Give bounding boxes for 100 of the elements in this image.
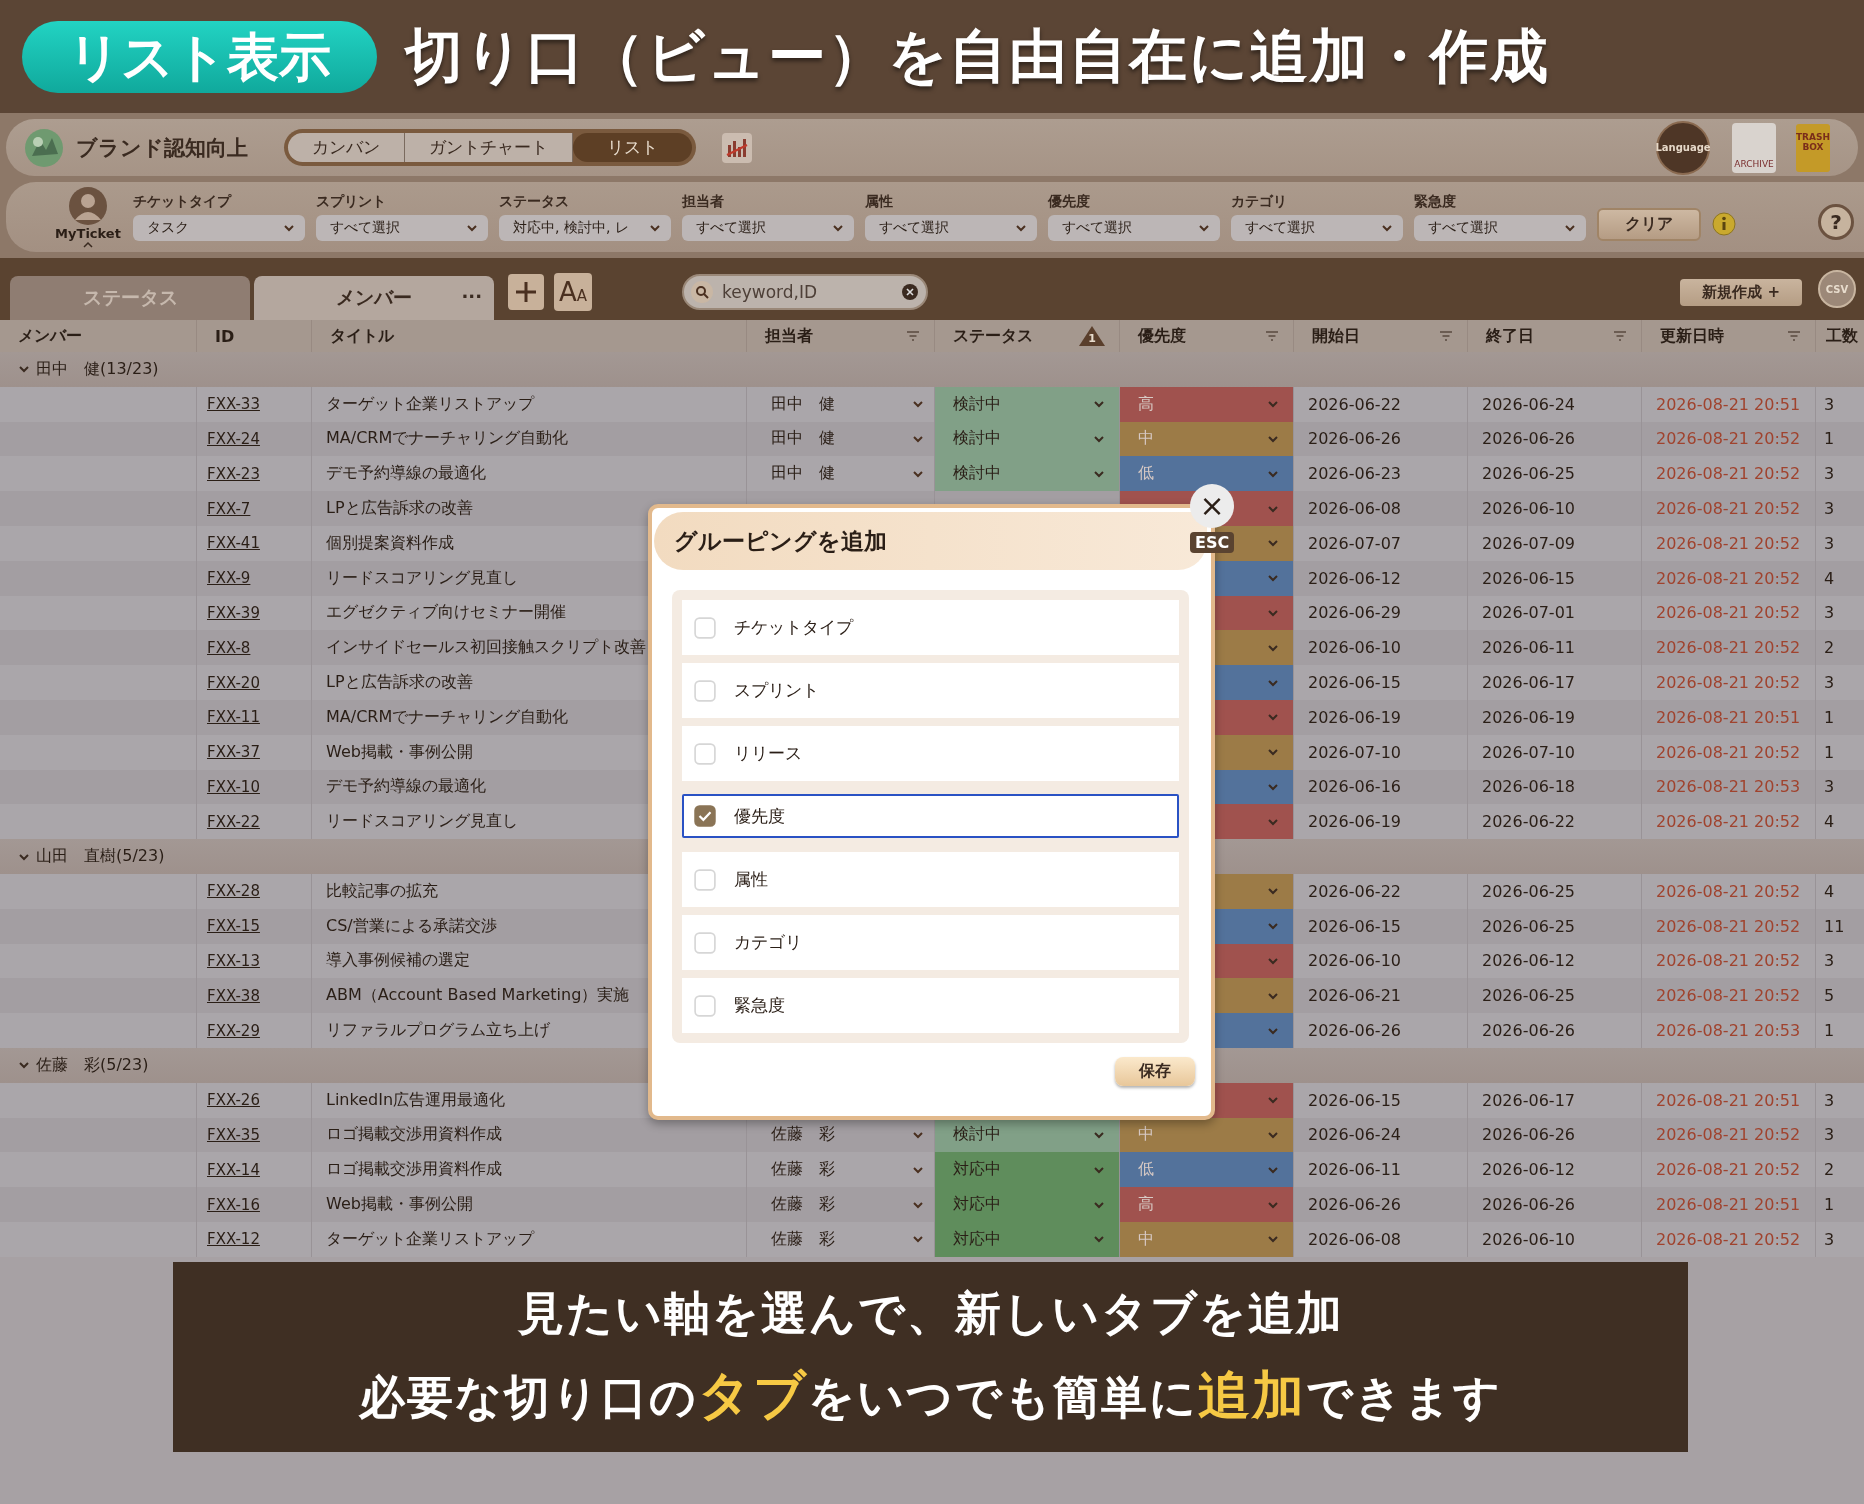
priority-dropdown[interactable]: 高 bbox=[1120, 386, 1293, 422]
updated-cell: 2026-08-21 20:52 bbox=[1642, 560, 1816, 596]
assignee-dropdown[interactable]: 佐藤 彩 bbox=[761, 1221, 924, 1257]
language-icon[interactable]: Language bbox=[1656, 120, 1710, 175]
grouping-option[interactable]: 緊急度 bbox=[682, 978, 1179, 1033]
caret-icon bbox=[1267, 887, 1279, 896]
clear-button[interactable]: クリア bbox=[1597, 207, 1701, 241]
ticket-id-link[interactable]: FXX-28 bbox=[207, 882, 260, 901]
chart-icon[interactable] bbox=[722, 132, 752, 163]
filter-icon[interactable] bbox=[906, 331, 920, 341]
ticket-id-link[interactable]: FXX-13 bbox=[207, 951, 260, 970]
group-toggle[interactable]: 田中 健(13/23) bbox=[0, 352, 197, 387]
effort-cell-text: 4 bbox=[1823, 880, 1836, 903]
assignee-dropdown[interactable]: 田中 健 bbox=[761, 456, 924, 492]
ticket-id-link[interactable]: FXX-39 bbox=[207, 603, 260, 622]
grouping-option[interactable]: チケットタイプ bbox=[682, 600, 1179, 655]
filter-icon[interactable] bbox=[1439, 331, 1453, 341]
add-tab-button[interactable] bbox=[508, 274, 544, 310]
ticket-id-link[interactable]: FXX-11 bbox=[207, 708, 260, 727]
ticket-id-link[interactable]: FXX-10 bbox=[207, 777, 260, 796]
avatar-icon[interactable] bbox=[68, 185, 108, 226]
ticket-id-link[interactable]: FXX-26 bbox=[207, 1091, 260, 1110]
ticket-id-link[interactable]: FXX-12 bbox=[207, 1230, 260, 1249]
group-toggle[interactable]: 山田 直樹(5/23) bbox=[0, 839, 197, 874]
date-cell: 2026-06-22 bbox=[1294, 873, 1468, 909]
save-button[interactable]: 保存 bbox=[1115, 1057, 1195, 1086]
effort-cell-text: 3 bbox=[1823, 498, 1836, 521]
search-icon bbox=[690, 280, 714, 304]
effort-cell-text: 3 bbox=[1823, 672, 1836, 695]
priority-dropdown[interactable]: 高 bbox=[1120, 1187, 1293, 1222]
caret-icon bbox=[1093, 1130, 1105, 1139]
status-dropdown[interactable]: 検討中 bbox=[935, 421, 1119, 457]
status-dropdown[interactable]: 検討中 bbox=[935, 386, 1119, 422]
grouping-option[interactable]: 優先度 bbox=[682, 794, 1179, 838]
ticket-id-link[interactable]: FXX-20 bbox=[207, 673, 260, 692]
status-dropdown[interactable]: 検討中 bbox=[935, 456, 1119, 492]
trash-icon[interactable]: TRASH BOX bbox=[1796, 123, 1830, 172]
filter-select[interactable]: すべて選択 bbox=[682, 215, 854, 241]
date-cell: 2026-06-25 bbox=[1468, 908, 1642, 944]
ticket-id-link[interactable]: FXX-35 bbox=[207, 1125, 260, 1144]
filter-icon[interactable] bbox=[1613, 331, 1627, 341]
collapse-icon[interactable] bbox=[82, 240, 94, 249]
help-button[interactable]: ? bbox=[1818, 204, 1854, 240]
ticket-id-link[interactable]: FXX-15 bbox=[207, 917, 260, 936]
ticket-id-link[interactable]: FXX-23 bbox=[207, 464, 260, 483]
ticket-id-link[interactable]: FXX-22 bbox=[207, 812, 260, 831]
ticket-id-link[interactable]: FXX-14 bbox=[207, 1160, 260, 1179]
assignee-dropdown[interactable]: 佐藤 彩 bbox=[761, 1152, 924, 1188]
info-icon[interactable] bbox=[1712, 212, 1736, 236]
ticket-id-link[interactable]: FXX-41 bbox=[207, 534, 260, 553]
column-header: ID bbox=[215, 326, 235, 346]
filter-icon[interactable] bbox=[1265, 331, 1279, 341]
ticket-id-link[interactable]: FXX-7 bbox=[207, 499, 251, 518]
assignee-dropdown[interactable]: 田中 健 bbox=[761, 421, 924, 457]
assignee-dropdown[interactable]: 佐藤 彩 bbox=[761, 1117, 924, 1153]
filter-select[interactable]: すべて選択 bbox=[1231, 215, 1403, 241]
caret-icon bbox=[1267, 991, 1279, 1000]
grouping-option[interactable]: 属性 bbox=[682, 852, 1179, 907]
date-cell: 2026-06-08 bbox=[1294, 1221, 1468, 1257]
caret-icon bbox=[1381, 224, 1393, 232]
grouping-option[interactable]: カテゴリ bbox=[682, 915, 1179, 970]
ticket-id-link[interactable]: FXX-9 bbox=[207, 569, 251, 588]
ticket-id-link[interactable]: FXX-24 bbox=[207, 430, 260, 448]
view-tab[interactable]: リスト bbox=[573, 133, 692, 162]
ticket-id-link[interactable]: FXX-29 bbox=[207, 1021, 260, 1040]
status-dropdown[interactable]: 対応中 bbox=[935, 1152, 1119, 1188]
ticket-id-link[interactable]: FXX-33 bbox=[207, 395, 260, 414]
caret-icon bbox=[649, 224, 661, 232]
grouping-option[interactable]: スプリント bbox=[682, 663, 1179, 718]
filter-select[interactable]: 対応中, 検討中, レ bbox=[499, 215, 671, 241]
caret-icon bbox=[1267, 1200, 1279, 1209]
filter-select[interactable]: タスク bbox=[133, 215, 305, 241]
effort-cell-text: 11 bbox=[1823, 915, 1846, 938]
filter-select[interactable]: すべて選択 bbox=[316, 215, 488, 241]
clear-search-icon[interactable] bbox=[902, 284, 918, 300]
grouping-option[interactable]: リリース bbox=[682, 726, 1179, 781]
search-field[interactable]: keyword,ID bbox=[682, 274, 928, 310]
caret-icon bbox=[1267, 678, 1279, 687]
filter-select[interactable]: すべて選択 bbox=[1414, 215, 1586, 241]
view-tab[interactable]: カンバン bbox=[288, 133, 405, 162]
ticket-id-link[interactable]: FXX-37 bbox=[207, 743, 260, 762]
status-dropdown[interactable]: 対応中 bbox=[935, 1221, 1119, 1257]
caret-icon bbox=[18, 1061, 30, 1070]
filter-icon[interactable] bbox=[1787, 331, 1801, 341]
checkbox[interactable] bbox=[694, 805, 716, 827]
archive-icon[interactable]: ARCHIVE bbox=[1732, 122, 1776, 173]
assignee-dropdown[interactable]: 田中 健 bbox=[761, 386, 924, 422]
font-size-button[interactable]: AA bbox=[554, 273, 592, 311]
view-tab[interactable]: メンバー ··· bbox=[254, 276, 494, 320]
view-tab[interactable]: ガントチャート bbox=[405, 133, 573, 162]
ticket-id-link[interactable]: FXX-8 bbox=[207, 638, 251, 657]
updated-cell: 2026-08-21 20:51 bbox=[1642, 1082, 1816, 1118]
ticket-id-link[interactable]: FXX-38 bbox=[207, 986, 260, 1005]
group-toggle[interactable]: 佐藤 彩(5/23) bbox=[0, 1047, 197, 1083]
assignee-dropdown[interactable]: 佐藤 彩 bbox=[761, 1187, 924, 1222]
status-dropdown[interactable]: 対応中 bbox=[935, 1187, 1119, 1222]
filter-select[interactable]: すべて選択 bbox=[1048, 215, 1220, 241]
filter-select[interactable]: すべて選択 bbox=[865, 215, 1037, 241]
new-ticket-button[interactable]: 新規作成 + bbox=[1680, 279, 1802, 306]
ticket-id-link[interactable]: FXX-16 bbox=[207, 1195, 260, 1214]
